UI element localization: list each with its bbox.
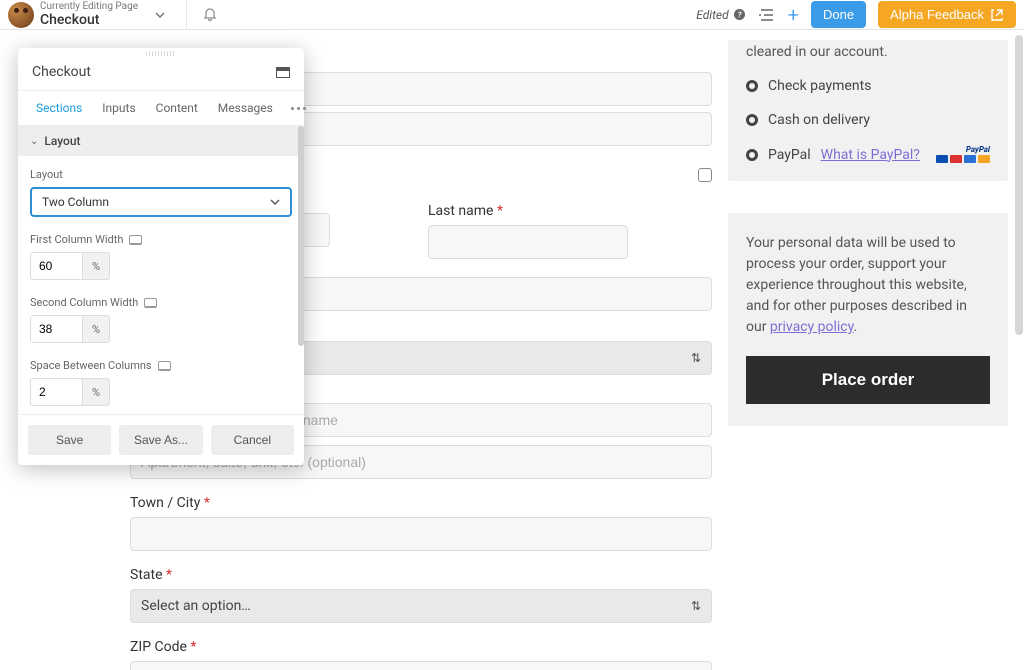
space-label: Space Between Columns: [30, 359, 292, 372]
unit-percent[interactable]: %: [82, 315, 110, 343]
section-layout-toggle[interactable]: ⌄ Layout: [18, 126, 304, 156]
layout-select[interactable]: Two Column: [30, 187, 292, 217]
first-col-width-input[interactable]: [30, 252, 82, 280]
page-context[interactable]: Currently Editing Page Checkout: [40, 1, 138, 29]
settings-panel: Checkout Sections Inputs Content Message…: [18, 48, 304, 465]
done-button[interactable]: Done: [811, 1, 866, 28]
zip-label: ZIP Code *: [130, 639, 712, 655]
last-name-label: Last name *: [428, 203, 712, 219]
privacy-text: Your personal data will be used to proce…: [746, 233, 990, 338]
ship-different-checkbox[interactable]: [698, 168, 712, 182]
responsive-icon[interactable]: [144, 298, 157, 308]
chevron-down-icon: ⌄: [30, 136, 38, 147]
add-element-button[interactable]: +: [788, 5, 799, 25]
save-button[interactable]: Save: [28, 425, 111, 455]
svg-text:?: ?: [737, 11, 741, 20]
payment-methods-box: cleared in our account. Check payments C…: [728, 40, 1008, 181]
panel-tabs: Sections Inputs Content Messages: [18, 91, 304, 126]
state-select[interactable]: Select an option… ⇅: [130, 589, 712, 623]
town-input[interactable]: [130, 517, 712, 551]
payment-paypal[interactable]: PayPal What is PayPal? PayPal: [746, 146, 990, 163]
radio-icon: [746, 80, 758, 92]
second-col-width-input[interactable]: [30, 315, 82, 343]
help-icon: ?: [733, 8, 746, 21]
payment-note: cleared in our account.: [746, 44, 990, 60]
list-icon: [758, 7, 776, 23]
radio-icon: [746, 149, 758, 161]
radio-icon: [746, 114, 758, 126]
notifications-button[interactable]: [195, 7, 225, 23]
layout-label: Layout: [30, 168, 292, 181]
tab-inputs[interactable]: Inputs: [92, 91, 145, 125]
what-is-paypal-link[interactable]: What is PayPal?: [821, 147, 920, 163]
alpha-feedback-button[interactable]: Alpha Feedback: [878, 1, 1016, 28]
context-title: Checkout: [40, 12, 138, 28]
context-subtitle: Currently Editing Page: [40, 1, 138, 13]
tab-messages[interactable]: Messages: [208, 91, 283, 125]
bell-icon: [202, 7, 218, 23]
page-switch-dropdown[interactable]: [138, 9, 178, 21]
panel-title: Checkout: [32, 64, 91, 80]
payment-cod[interactable]: Cash on delivery: [746, 112, 990, 128]
responsive-icon[interactable]: [158, 361, 171, 371]
state-label: State *: [130, 567, 712, 583]
privacy-policy-link[interactable]: privacy policy: [770, 319, 854, 335]
paypal-cards-icon: PayPal: [936, 146, 990, 163]
tab-sections[interactable]: Sections: [26, 91, 92, 125]
town-label: Town / City *: [130, 495, 712, 511]
unit-percent[interactable]: %: [82, 252, 110, 280]
place-order-button[interactable]: Place order: [746, 356, 990, 404]
order-summary-column: cleared in our account. Check payments C…: [728, 40, 1008, 670]
chevron-down-icon: [154, 9, 166, 21]
payment-check[interactable]: Check payments: [746, 78, 990, 94]
cancel-button[interactable]: Cancel: [211, 425, 294, 455]
panel-scrollbar[interactable]: [298, 126, 304, 346]
last-name-input[interactable]: [428, 225, 628, 259]
app-logo: [8, 2, 34, 28]
edited-indicator[interactable]: Edited ?: [696, 8, 745, 22]
save-as-button[interactable]: Save As...: [119, 425, 202, 455]
unit-percent[interactable]: %: [82, 378, 110, 406]
first-col-label: First Column Width: [30, 233, 292, 246]
zip-input[interactable]: [130, 661, 712, 670]
tab-content[interactable]: Content: [146, 91, 208, 125]
external-link-icon: [990, 8, 1004, 22]
tab-more-button[interactable]: [283, 91, 314, 125]
chevron-down-icon: [270, 197, 280, 207]
space-input[interactable]: [30, 378, 82, 406]
page-scrollbar[interactable]: [1014, 35, 1024, 665]
second-col-label: Second Column Width: [30, 296, 292, 309]
responsive-icon[interactable]: [129, 235, 142, 245]
privacy-box: Your personal data will be used to proce…: [728, 213, 1008, 426]
outline-button[interactable]: [758, 7, 776, 23]
maximize-icon[interactable]: [276, 67, 290, 78]
